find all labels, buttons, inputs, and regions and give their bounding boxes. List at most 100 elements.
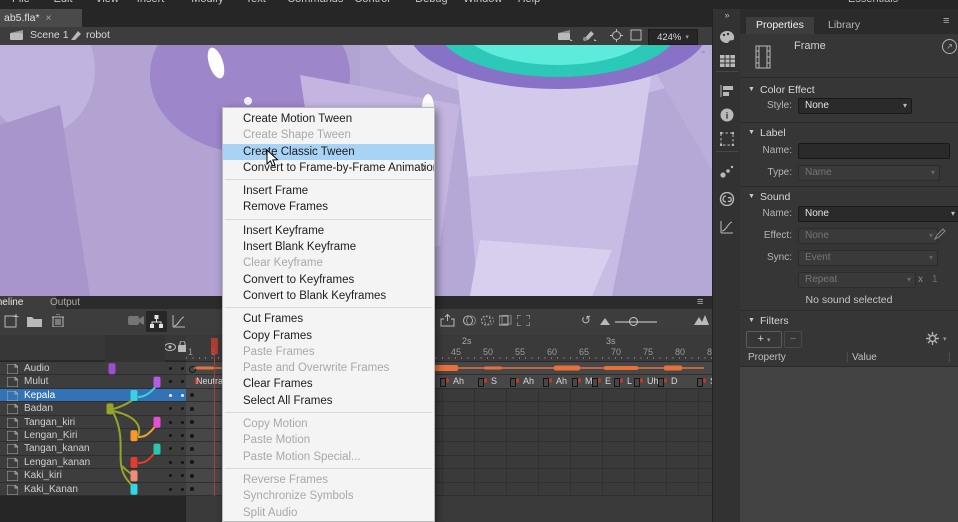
menubar-item-edit[interactable]: Edit (54, 0, 73, 5)
section-color-effect[interactable]: ▼ Color Effect (740, 83, 958, 99)
parent-marker-tangan_kiri[interactable] (154, 417, 161, 428)
timeline-panel-menu-icon[interactable]: ≡ (697, 296, 703, 308)
transform-panel-icon[interactable] (717, 129, 737, 149)
color-panel-icon[interactable] (717, 27, 737, 47)
add-filter-button[interactable]: + ▾ (746, 331, 782, 348)
lock-dot[interactable] (181, 474, 184, 477)
properties-panel-menu-icon[interactable]: ≡ (943, 15, 949, 27)
onion-skin-outline-icon[interactable] (481, 315, 494, 326)
layer-page-icon (7, 377, 18, 387)
info-panel-icon[interactable]: i (717, 105, 737, 125)
menu-item-insert-blank-keyframe[interactable]: Insert Blank Keyframe (223, 239, 434, 255)
lock-dot[interactable] (181, 394, 184, 397)
zoom-in-frames-icon[interactable] (694, 315, 709, 325)
edit-multiple-frames-icon[interactable] (499, 315, 512, 326)
menu-item-insert-frame[interactable]: Insert Frame (223, 183, 434, 199)
lock-dot[interactable] (181, 461, 184, 464)
section-label[interactable]: ▼ Label (740, 126, 958, 142)
loop-playback-icon[interactable]: ↺ (581, 313, 591, 327)
parent-marker-kaki_kanan[interactable] (131, 484, 138, 495)
menubar-item-control[interactable]: Control (354, 0, 389, 5)
swatches-panel-icon[interactable] (717, 51, 737, 71)
filters-list-area[interactable] (740, 367, 958, 522)
parent-marker-kaki_kiri[interactable] (131, 470, 138, 481)
style-dropdown[interactable]: None ▾ (798, 98, 912, 114)
stage-zoom-dropdown[interactable]: 424% ▾ (648, 29, 698, 45)
tab-properties[interactable]: Properties (746, 17, 814, 34)
menubar-item-help[interactable]: Help (518, 0, 541, 5)
section-sound[interactable]: ▼ Sound (740, 190, 958, 206)
history-panel-icon[interactable] (717, 217, 737, 237)
lock-dot[interactable] (181, 367, 184, 370)
convert-to-symbol-icon[interactable]: ↗ (942, 39, 957, 54)
menu-item-select-all-frames[interactable]: Select All Frames (223, 393, 434, 409)
stage-scroll-up-arrow[interactable]: ⌃ (700, 50, 707, 59)
breadcrumb-scene[interactable]: Scene 1 (30, 29, 69, 41)
lock-dot[interactable] (181, 447, 184, 450)
export-frames-icon[interactable] (440, 314, 455, 327)
zoom-out-frames-icon[interactable] (600, 318, 610, 325)
graph-editor-icon[interactable] (172, 314, 186, 328)
lock-dot[interactable] (181, 434, 184, 437)
menubar-item-modify[interactable]: Modify (191, 0, 223, 5)
new-layer-icon[interactable] (4, 314, 19, 328)
menu-item-create-classic-tween[interactable]: Create Classic Tween (223, 144, 434, 160)
breadcrumb-symbol[interactable]: robot (86, 29, 110, 41)
menubar-item-commands[interactable]: Commands (287, 0, 343, 5)
playhead-handle[interactable] (211, 338, 218, 354)
show-parenting-view-icon[interactable] (146, 311, 167, 332)
menu-item-cut-frames[interactable]: Cut Frames (223, 311, 434, 327)
edit-symbols-icon[interactable] (582, 29, 597, 41)
sound-name-dropdown[interactable]: None ▾ (798, 206, 958, 222)
parent-marker-lengan_kanan[interactable] (131, 457, 138, 468)
menu-item-convert-to-blank-keyframes[interactable]: Convert to Blank Keyframes (223, 288, 434, 304)
parent-marker-mulut[interactable] (154, 377, 161, 388)
menubar-item-insert[interactable]: Insert (137, 0, 165, 5)
menubar-item-text[interactable]: Text (246, 0, 266, 5)
menubar-item-file[interactable]: File (12, 0, 30, 5)
lock-dot[interactable] (181, 407, 184, 410)
frame-size-slider-knob[interactable] (629, 317, 638, 326)
align-panel-icon[interactable] (717, 81, 737, 101)
menu-item-copy-frames[interactable]: Copy Frames (223, 328, 434, 344)
tab-output[interactable]: Output (42, 296, 88, 309)
menu-item-clear-frames[interactable]: Clear Frames (223, 376, 434, 392)
menubar-item-debug[interactable]: Debug (415, 0, 447, 5)
label-name-input[interactable] (798, 143, 950, 159)
new-folder-icon[interactable] (27, 315, 42, 327)
close-tab-icon[interactable]: × (46, 13, 52, 24)
menu-item-convert-to-keyframes[interactable]: Convert to Keyframes (223, 272, 434, 288)
parent-marker-badan[interactable] (107, 403, 114, 414)
remove-filter-button[interactable]: − (784, 331, 802, 348)
parent-marker-audio[interactable] (109, 363, 116, 374)
cc-libraries-panel-icon[interactable] (717, 189, 737, 209)
workspace-dropdown[interactable]: Essentials (848, 0, 898, 5)
section-filters[interactable]: ▼ Filters (740, 314, 958, 330)
center-frame-icon[interactable] (610, 29, 623, 42)
menu-item-insert-keyframe[interactable]: Insert Keyframe (223, 223, 434, 239)
clip-to-stage-icon[interactable] (630, 29, 642, 41)
menubar-item-window[interactable]: Window (463, 0, 502, 5)
filter-options-gear-icon[interactable] (926, 332, 939, 345)
parent-marker-lengan_kiri[interactable] (131, 430, 138, 441)
menu-item-remove-frames[interactable]: Remove Frames (223, 199, 434, 215)
collapse-panels-icon[interactable]: » (717, 9, 737, 21)
edit-sound-envelope-pencil-icon[interactable] (934, 228, 946, 240)
menu-item-create-motion-tween[interactable]: Create Motion Tween (223, 111, 434, 127)
delete-layer-trash-icon[interactable] (52, 314, 64, 327)
parent-marker-kepala[interactable] (131, 390, 138, 401)
lock-dot[interactable] (181, 421, 184, 424)
onion-skin-icon[interactable] (463, 315, 476, 326)
menubar-item-view[interactable]: View (95, 0, 119, 5)
lock-dot[interactable] (181, 380, 184, 383)
tab-library[interactable]: Library (818, 17, 870, 34)
menu-item-convert-to-frame-by-frame-animation[interactable]: Convert to Frame-by-Frame Animation› (223, 160, 434, 176)
lock-dot[interactable] (181, 488, 184, 491)
motion-presets-panel-icon[interactable] (717, 161, 737, 181)
document-tab[interactable]: ab5.fla* × (0, 9, 82, 27)
parent-marker-tangan_kanan[interactable] (154, 444, 161, 455)
modify-markers-icon[interactable] (517, 315, 530, 326)
edit-scene-icon[interactable] (558, 29, 573, 41)
camera-icon[interactable] (128, 315, 144, 326)
scene-clapperboard-icon[interactable] (10, 30, 24, 41)
